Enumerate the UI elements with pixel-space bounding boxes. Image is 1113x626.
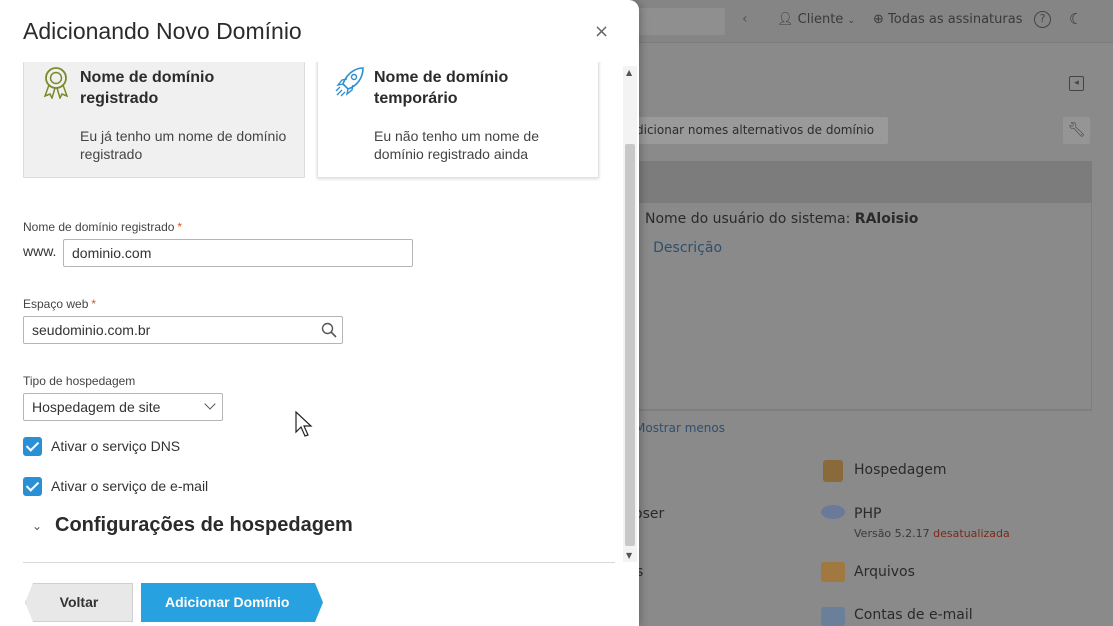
dialog-scrollbar[interactable]: ▲ ▼ bbox=[623, 66, 637, 562]
www-prefix: www. bbox=[23, 243, 57, 259]
user-icon: 👤︎ bbox=[777, 12, 794, 27]
rocket-icon bbox=[335, 67, 364, 97]
domain-name-input[interactable]: dominio.com bbox=[63, 239, 413, 267]
php-version: Versão 5.2.17 desatualizada bbox=[854, 527, 1010, 540]
help-icon: ? bbox=[1034, 11, 1051, 28]
option-registered-title: Nome de domínio registrado bbox=[80, 69, 215, 107]
background-card bbox=[620, 203, 1092, 410]
add-alias-button: dicionar nomes alternativos de domínio bbox=[620, 117, 888, 144]
award-icon bbox=[43, 67, 69, 99]
back-button[interactable]: Voltar bbox=[25, 583, 133, 622]
email-service-label: Ativar o serviço de e-mail bbox=[51, 478, 209, 494]
option-temporary-title: Nome de domínio temporário bbox=[374, 69, 509, 107]
option-registered-domain[interactable]: Nome de domínio registrado Eu já tenho u… bbox=[23, 62, 305, 178]
hosting-type-select[interactable]: Hospedagem de site bbox=[23, 393, 223, 421]
cliente-menu: 👤︎ Cliente ⌄ bbox=[777, 12, 855, 27]
hosting-type-label: Tipo de hospedagem bbox=[23, 374, 136, 388]
collapse-panel-icon: ◂ bbox=[1069, 76, 1084, 91]
webspace-field-label: Espaço web * bbox=[23, 297, 97, 311]
moon-icon: ☾ bbox=[1069, 10, 1083, 28]
chevron-down-icon bbox=[204, 398, 216, 410]
webspace-input[interactable]: seudominio.com.br bbox=[23, 316, 343, 344]
wrench-icon: 🔧︎ bbox=[1063, 117, 1090, 144]
search-icon[interactable] bbox=[321, 322, 337, 338]
php-icon bbox=[821, 505, 845, 519]
option-temporary-domain[interactable]: Nome de domínio temporário Eu não tenho … bbox=[317, 62, 599, 178]
close-icon[interactable]: × bbox=[594, 21, 609, 42]
option-registered-description: Eu já tenho um nome de domínio registrad… bbox=[80, 128, 287, 162]
scroll-down-icon[interactable]: ▼ bbox=[626, 551, 632, 560]
required-marker: * bbox=[91, 297, 97, 311]
subscriptions-menu: ⊕ Todas as assinaturas bbox=[873, 12, 1023, 27]
add-domain-dialog: Adicionando Novo Domínio × Nome de domín… bbox=[0, 0, 639, 626]
mail-icon bbox=[821, 607, 845, 626]
chevron-left-icon: ‹ bbox=[742, 11, 748, 27]
folder-icon bbox=[821, 562, 845, 582]
hosting-settings-section[interactable]: Configurações de hospedagem bbox=[55, 514, 353, 537]
hosting-icon bbox=[823, 460, 843, 482]
show-less-link: Mostrar menos bbox=[635, 421, 725, 435]
background-divider bbox=[620, 410, 1092, 411]
chevron-down-icon[interactable]: ⌄ bbox=[32, 519, 42, 533]
option-temporary-description: Eu não tenho um nome de domínio registra… bbox=[374, 128, 540, 162]
required-marker: * bbox=[177, 220, 183, 234]
system-user: Nome do usuário do sistema: RAloisio bbox=[645, 211, 919, 227]
background-band bbox=[620, 161, 1092, 203]
dialog-title: Adicionando Novo Domínio bbox=[23, 18, 302, 44]
domain-field-label: Nome de domínio registrado * bbox=[23, 220, 183, 234]
dialog-scroll-area[interactable]: Nome de domínio registrado Eu já tenho u… bbox=[0, 62, 623, 562]
footer-divider bbox=[23, 562, 615, 563]
php-service: PHP bbox=[854, 506, 882, 522]
hosting-service: Hospedagem bbox=[854, 462, 947, 478]
scrollbar-thumb[interactable] bbox=[625, 144, 635, 546]
checkbox-checked[interactable] bbox=[23, 477, 42, 496]
chevron-down-icon: ⌄ bbox=[847, 16, 855, 26]
email-service: Contas de e-mail bbox=[854, 607, 973, 623]
files-service: Arquivos bbox=[854, 564, 915, 580]
add-domain-button[interactable]: Adicionar Domínio bbox=[141, 583, 323, 622]
checkbox-checked[interactable] bbox=[23, 437, 42, 456]
mouse-cursor-icon bbox=[295, 411, 313, 437]
dns-service-label: Ativar o serviço DNS bbox=[51, 438, 181, 454]
globe-icon: ⊕ bbox=[873, 12, 884, 27]
scroll-up-icon[interactable]: ▲ bbox=[626, 68, 632, 77]
